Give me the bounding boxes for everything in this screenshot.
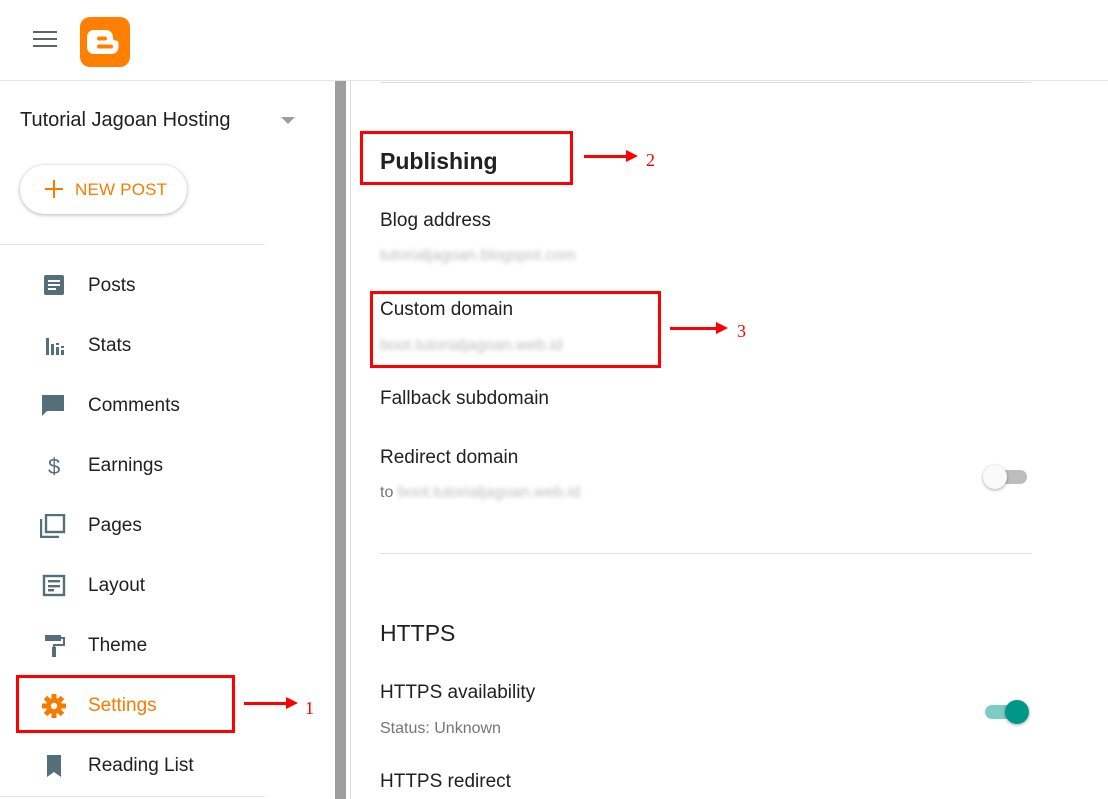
- sidebar-item-stats[interactable]: Stats: [0, 321, 265, 371]
- top-bar: [0, 0, 1108, 81]
- layout-icon: [40, 574, 68, 598]
- annotation-number-2: 2: [646, 150, 655, 170]
- blog-address-value: tutorialjagoan.blogspot.com: [380, 247, 576, 264]
- sidebar-item-label: Layout: [88, 575, 146, 596]
- svg-text:$: $: [48, 454, 60, 478]
- annotation-arrow-2: [584, 150, 638, 162]
- comments-icon: [40, 394, 68, 418]
- plus-icon: [45, 180, 63, 198]
- redirect-prefix: to: [380, 484, 394, 501]
- sidebar-item-label: Earnings: [88, 455, 163, 476]
- new-post-label: NEW POST: [75, 180, 168, 199]
- sidebar-item-earnings[interactable]: $ Earnings: [0, 441, 265, 491]
- sidebar-item-reading-list[interactable]: Reading List: [0, 741, 265, 791]
- sidebar-item-theme[interactable]: Theme: [0, 621, 265, 671]
- sidebar-scrollbar[interactable]: [335, 81, 346, 799]
- sidebar-item-layout[interactable]: Layout: [0, 561, 265, 611]
- new-post-button[interactable]: NEW POST: [20, 165, 187, 214]
- section-divider: [380, 553, 1031, 554]
- toggle-knob: [1005, 700, 1029, 724]
- sidebar-item-label: Comments: [88, 395, 180, 416]
- annotation-arrow-1: [244, 697, 298, 709]
- annotation-arrow-3: [670, 322, 728, 334]
- annotation-box-publishing: [360, 131, 573, 185]
- section-divider: [380, 82, 1031, 83]
- blog-name: Tutorial Jagoan Hosting: [20, 109, 231, 131]
- https-availability-toggle[interactable]: [983, 700, 1029, 724]
- hamburger-icon[interactable]: [33, 31, 57, 49]
- sidebar-item-posts[interactable]: Posts: [0, 261, 265, 311]
- fallback-subdomain-label[interactable]: Fallback subdomain: [380, 388, 549, 410]
- sidebar-divider: [0, 244, 265, 245]
- stats-icon: [40, 334, 68, 358]
- https-section-title: HTTPS: [380, 620, 456, 646]
- dollar-icon: $: [40, 454, 68, 479]
- paint-roller-icon: [40, 634, 68, 658]
- annotation-box-settings: [16, 675, 235, 733]
- settings-content: Publishing Blog address tutorialjagoan.b…: [351, 81, 1108, 799]
- sidebar-item-label: Reading List: [88, 755, 194, 776]
- blogger-logo[interactable]: [80, 17, 130, 67]
- annotation-number-3: 3: [737, 321, 746, 341]
- https-availability-label: HTTPS availability: [380, 682, 536, 703]
- blog-address-label[interactable]: Blog address: [380, 210, 491, 232]
- sidebar-item-comments[interactable]: Comments: [0, 381, 265, 431]
- annotation-box-custom-domain: [370, 291, 661, 368]
- bookmark-icon: [40, 754, 68, 778]
- annotation-number-1: 1: [305, 698, 314, 718]
- sidebar-divider: [0, 796, 265, 797]
- redirect-domain-value: to boot.tutorialjagoan.web.id: [380, 484, 581, 501]
- toggle-knob: [983, 465, 1007, 489]
- redirect-domain-toggle[interactable]: [983, 465, 1029, 489]
- sidebar-item-label: Stats: [88, 335, 132, 356]
- sidebar-item-pages[interactable]: Pages: [0, 501, 265, 551]
- https-availability-status: Status: Unknown: [380, 720, 501, 737]
- redirect-domain-label: Redirect domain: [380, 447, 519, 468]
- sidebar-item-label: Posts: [88, 275, 136, 296]
- sidebar-item-label: Pages: [88, 515, 142, 536]
- pages-icon: [39, 513, 68, 539]
- blog-selector[interactable]: Tutorial Jagoan Hosting: [20, 109, 300, 135]
- posts-icon: [40, 274, 68, 298]
- chevron-down-icon: [281, 117, 295, 124]
- sidebar-item-label: Theme: [88, 635, 148, 656]
- https-redirect-label: HTTPS redirect: [380, 771, 511, 792]
